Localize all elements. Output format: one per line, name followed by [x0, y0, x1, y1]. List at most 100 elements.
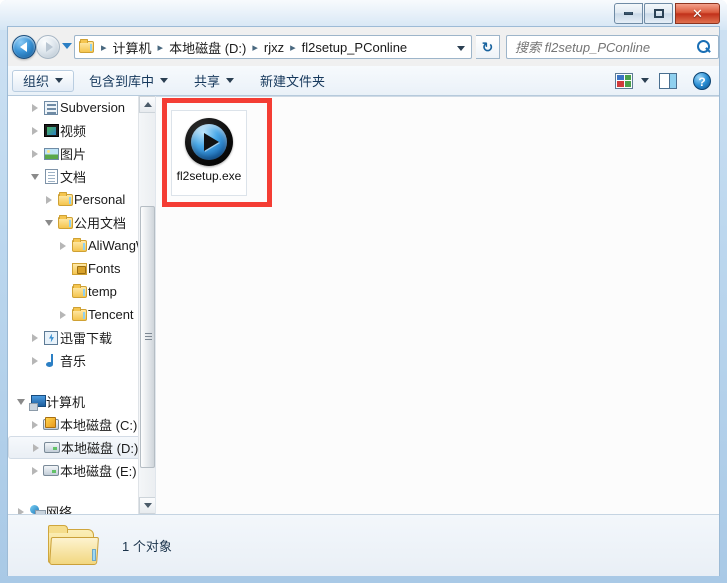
expand-arrow-open-icon[interactable]: [28, 173, 42, 180]
expand-arrow-open-icon[interactable]: [42, 219, 56, 226]
scrollbar-thumb[interactable]: [140, 206, 155, 468]
sidebar-item-14[interactable]: 本地磁盘 (C:): [8, 413, 155, 436]
document-icon: [42, 169, 60, 184]
expand-arrow-closed-icon[interactable]: [28, 103, 42, 112]
sidebar-item-label: 图片: [60, 147, 87, 162]
organize-button[interactable]: 组织: [12, 69, 75, 92]
sidebar-item-label: Tencent: [88, 307, 134, 322]
back-button[interactable]: [12, 35, 36, 59]
expand-arrow-closed-icon[interactable]: [28, 420, 42, 429]
expand-arrow-closed-icon[interactable]: [56, 241, 70, 250]
expand-arrow-closed-icon[interactable]: [28, 466, 42, 475]
preview-pane-left: [660, 73, 670, 88]
sidebar-item-2[interactable]: 图片: [8, 142, 155, 165]
include-in-library-button[interactable]: 包含到库中: [78, 70, 179, 92]
title-bar: ✕: [0, 0, 727, 26]
chevron-down-icon: [143, 503, 152, 508]
close-button[interactable]: ✕: [675, 3, 720, 24]
scroll-up-button[interactable]: [139, 96, 155, 113]
triangle-glyph: [32, 420, 38, 429]
address-bar[interactable]: ▸ 计算机 ▸ 本地磁盘 (D:) ▸ rjxz ▸ fl2setup_PCon…: [74, 35, 472, 59]
forward-arrow-icon: [45, 42, 53, 52]
folder-lock-icon-glyph: [71, 262, 87, 275]
picture-icon-glyph: [43, 147, 59, 160]
expand-arrow-closed-icon[interactable]: [28, 356, 42, 365]
sidebar-item-8[interactable]: temp: [8, 280, 155, 303]
sidebar-item-1[interactable]: 视频: [8, 119, 155, 142]
minimize-icon: [624, 12, 633, 15]
address-folder-icon: [79, 39, 94, 53]
video-icon-glyph: [43, 124, 59, 137]
sidebar-item-13[interactable]: 计算机: [8, 390, 155, 413]
file-list-pane[interactable]: fl2setup.exe: [156, 96, 719, 514]
triangle-glyph: [32, 466, 38, 475]
drive-icon: [43, 442, 61, 453]
sidebar-item-label: temp: [88, 284, 117, 299]
drive-icon-glyph: [44, 442, 60, 453]
sidebar-item-5[interactable]: 公用文档: [8, 211, 155, 234]
breadcrumb-item-rjxz[interactable]: rjxz: [262, 40, 286, 55]
sidebar-item-11[interactable]: 音乐: [8, 349, 155, 372]
breadcrumb-item-fl2setup[interactable]: fl2setup_PConline: [300, 40, 410, 55]
sidebar-item-4[interactable]: Personal: [8, 188, 155, 211]
help-glyph: ?: [698, 74, 706, 89]
music-icon-glyph: [44, 353, 58, 368]
sidebar-item-label: 网络: [46, 505, 73, 514]
maximize-button[interactable]: [644, 3, 673, 24]
expand-arrow-closed-icon[interactable]: [28, 149, 42, 158]
sidebar-item-10[interactable]: 迅雷下载: [8, 326, 155, 349]
navigation-pane: Subversion 视频图片文档 Personal 公用文档 AliWangWan Fo…: [8, 96, 156, 514]
file-item-fl2setup[interactable]: fl2setup.exe: [171, 110, 247, 196]
sidebar-item-label: 公用文档: [74, 216, 127, 231]
navigation-scrollbar[interactable]: [138, 96, 155, 514]
maximize-icon: [653, 9, 664, 18]
view-swatch: [617, 81, 624, 87]
preview-pane-icon[interactable]: [659, 72, 677, 89]
scroll-down-button[interactable]: [139, 497, 155, 514]
folder-icon-glyph: [57, 191, 73, 206]
expand-arrow-closed-icon[interactable]: [29, 443, 43, 452]
explorer-body: Subversion 视频图片文档 Personal 公用文档 AliWangWan Fo…: [8, 96, 719, 514]
refresh-button[interactable]: ↻: [476, 35, 500, 59]
expand-arrow-closed-icon[interactable]: [28, 333, 42, 342]
sidebar-item-label: 计算机: [46, 395, 86, 410]
expand-arrow-closed-icon[interactable]: [42, 195, 56, 204]
drive-icon-glyph: [43, 465, 59, 476]
expand-arrow-closed-icon[interactable]: [56, 310, 70, 319]
change-view-icon[interactable]: [615, 72, 633, 89]
minimize-button[interactable]: [614, 3, 643, 24]
sidebar-item-16[interactable]: 本地磁盘 (E:): [8, 459, 155, 482]
triangle-glyph: [32, 149, 38, 158]
address-dropdown-icon[interactable]: [457, 46, 465, 51]
folder-icon: [56, 214, 74, 229]
breadcrumb-item-drive-d[interactable]: 本地磁盘 (D:): [167, 38, 248, 57]
help-icon[interactable]: ?: [693, 71, 711, 90]
preview-pane-right: [670, 73, 676, 88]
view-dropdown-icon[interactable]: [641, 78, 649, 83]
sidebar-item-0[interactable]: Subversion: [8, 96, 155, 119]
expand-arrow-closed-icon[interactable]: [28, 126, 42, 135]
breadcrumb-item-computer[interactable]: 计算机: [111, 38, 154, 57]
include-in-library-label: 包含到库中: [89, 74, 155, 89]
forward-button[interactable]: [36, 35, 60, 59]
sidebar-item-15[interactable]: 本地磁盘 (D:): [8, 436, 155, 459]
new-folder-button[interactable]: 新建文件夹: [249, 70, 336, 92]
recent-pages-dropdown-icon[interactable]: [62, 43, 72, 49]
sidebar-item-label: 音乐: [60, 354, 87, 369]
sidebar-item-7[interactable]: Fonts: [8, 257, 155, 280]
share-button[interactable]: 共享: [183, 70, 245, 92]
expand-arrow-open-icon[interactable]: [14, 398, 28, 405]
breadcrumb-separator: ▸: [252, 41, 258, 54]
sidebar-item-6[interactable]: AliWangWan: [8, 234, 155, 257]
sidebar-item-18[interactable]: 网络: [8, 500, 155, 514]
sidebar-item-3[interactable]: 文档: [8, 165, 155, 188]
triangle-glyph: [45, 219, 53, 226]
svn-icon-glyph: [44, 100, 58, 115]
search-box[interactable]: [506, 35, 719, 59]
sidebar-item-9[interactable]: Tencent: [8, 303, 155, 326]
folder-icon: [48, 524, 100, 567]
folder-tab: [48, 524, 68, 533]
search-input[interactable]: [513, 38, 696, 56]
thunder-icon: [42, 330, 60, 345]
